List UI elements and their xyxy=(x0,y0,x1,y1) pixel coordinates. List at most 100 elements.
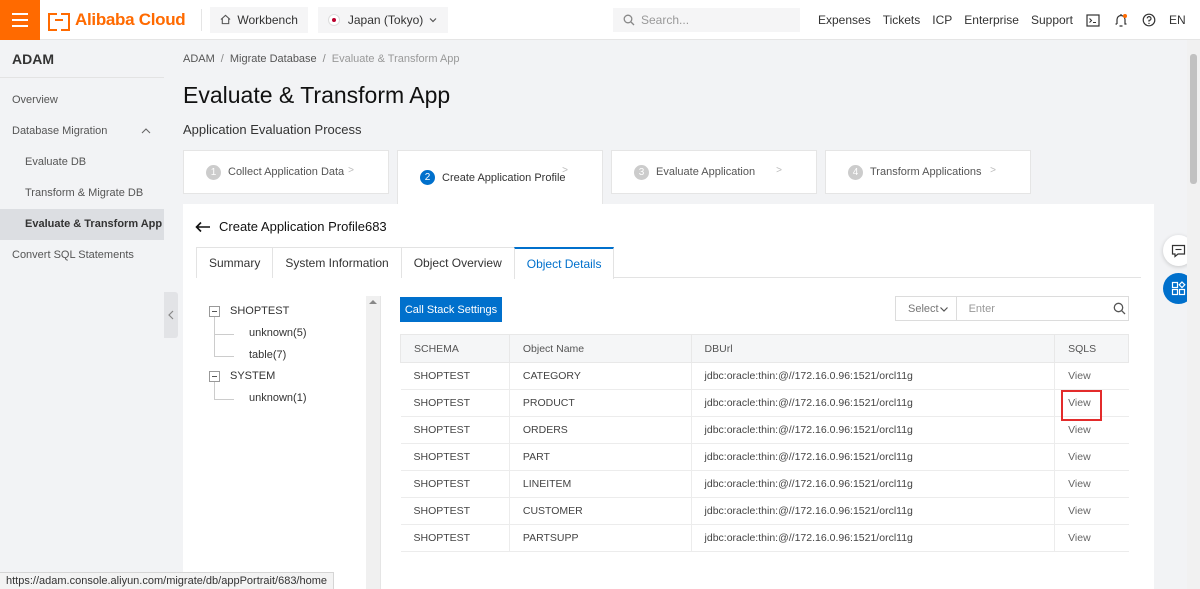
highlight-box xyxy=(1061,390,1102,421)
step-label: Collect Application Data xyxy=(228,166,345,178)
tab-system-information[interactable]: System Information xyxy=(272,247,402,278)
help-icon[interactable] xyxy=(1135,0,1163,40)
step-number: 4 xyxy=(848,164,863,180)
breadcrumb-migrate-database[interactable]: Migrate Database xyxy=(230,53,317,65)
expenses-link[interactable]: Expenses xyxy=(818,13,871,27)
search-icon[interactable] xyxy=(1111,297,1128,320)
sidebar-item-evaluate-transform-app[interactable]: Evaluate & Transform App xyxy=(0,209,164,240)
table-row: SHOPTEST PART jdbc:oracle:thin:@//172.16… xyxy=(400,443,1129,471)
step-create-application-profile[interactable]: 2 Create Application Profile > xyxy=(397,150,603,204)
sidebar-item-transform-migrate-db[interactable]: Transform & Migrate DB xyxy=(0,178,164,209)
cell-dburl: jdbc:oracle:thin:@//172.16.0.96:1521/orc… xyxy=(690,524,1055,552)
divider xyxy=(201,8,203,31)
step-collect-application-data[interactable]: 1 Collect Application Data > xyxy=(183,150,389,194)
table-row: SHOPTEST PARTSUPP jdbc:oracle:thin:@//17… xyxy=(400,524,1129,552)
region-selector[interactable]: Japan (Tokyo) xyxy=(317,6,449,33)
flag-icon xyxy=(327,13,340,26)
icp-link[interactable]: ICP xyxy=(932,13,952,27)
cell-object-name: CATEGORY xyxy=(508,362,692,390)
collapse-icon[interactable] xyxy=(209,370,220,382)
alibaba-cloud-logo-icon xyxy=(48,12,70,31)
cell-schema: SHOPTEST xyxy=(400,524,510,552)
enterprise-link[interactable]: Enterprise xyxy=(964,13,1019,27)
menu-icon[interactable] xyxy=(0,0,40,40)
view-sqls-link[interactable]: View xyxy=(1054,362,1129,390)
sidebar-title: ADAM xyxy=(0,40,164,78)
view-sqls-link[interactable]: View xyxy=(1054,497,1129,525)
tree-node-label: unknown(5) xyxy=(249,327,307,339)
call-stack-settings-button[interactable]: Call Stack Settings xyxy=(400,297,502,322)
support-link[interactable]: Support xyxy=(1031,13,1073,27)
chevron-down-icon xyxy=(429,17,437,22)
workbench-button[interactable]: Workbench xyxy=(210,6,308,33)
cell-dburl: jdbc:oracle:thin:@//172.16.0.96:1521/orc… xyxy=(690,497,1055,525)
table-row: SHOPTEST PRODUCT jdbc:oracle:thin:@//172… xyxy=(400,389,1129,417)
cell-schema: SHOPTEST xyxy=(400,389,510,417)
tree-node-system[interactable]: SYSTEM xyxy=(209,370,275,382)
step-number: 3 xyxy=(634,164,649,180)
filter-select[interactable]: Select xyxy=(896,297,957,320)
search-input[interactable] xyxy=(641,13,791,27)
workbench-label: Workbench xyxy=(237,12,298,27)
status-url: https://adam.console.aliyun.com/migrate/… xyxy=(0,572,335,589)
cell-schema: SHOPTEST xyxy=(400,416,510,444)
sidebar-item-overview[interactable]: Overview xyxy=(0,85,164,116)
step-label: Create Application Profile xyxy=(442,171,566,184)
column-header-sqls: SQLS xyxy=(1054,334,1129,363)
tree-line xyxy=(214,314,215,356)
breadcrumb-current: Evaluate & Transform App xyxy=(331,53,460,65)
tree-node-shoptest[interactable]: SHOPTEST xyxy=(209,305,289,317)
terminal-icon[interactable] xyxy=(1079,0,1107,40)
main-content: ADAM / Migrate Database / Evaluate & Transfo… xyxy=(164,40,1200,589)
sidebar-item-database-migration[interactable]: Database Migration xyxy=(0,116,164,147)
sidebar-item-evaluate-db[interactable]: Evaluate DB xyxy=(0,147,164,178)
step-transform-applications[interactable]: 4 Transform Applications > xyxy=(825,150,1031,194)
tree-node-label: table(7) xyxy=(249,349,287,361)
tab-summary[interactable]: Summary xyxy=(196,247,274,278)
view-label: View xyxy=(1068,451,1091,463)
cell-dburl: jdbc:oracle:thin:@//172.16.0.96:1521/orc… xyxy=(690,389,1055,417)
step-evaluate-application[interactable]: 3 Evaluate Application > xyxy=(611,150,817,194)
step-label: Evaluate Application xyxy=(656,166,756,178)
panel-header: Create Application Profile683 xyxy=(195,219,387,234)
tree-node-label: SYSTEM xyxy=(230,370,276,382)
collapse-icon[interactable] xyxy=(209,305,220,317)
tree-scrollbar[interactable] xyxy=(366,296,380,589)
breadcrumb-adam[interactable]: ADAM xyxy=(183,53,215,65)
bell-icon[interactable] xyxy=(1107,0,1135,40)
tree-node-table[interactable]: table(7) xyxy=(249,349,286,361)
column-header-object-name: Object Name xyxy=(508,334,692,363)
step-number: 2 xyxy=(420,170,435,185)
brand-logo[interactable]: Alibaba Cloud xyxy=(48,0,197,40)
chevron-right-icon: > xyxy=(348,165,354,176)
home-icon xyxy=(220,14,231,25)
tab-object-details[interactable]: Object Details xyxy=(513,247,615,279)
tree-node-label: SHOPTEST xyxy=(230,305,290,317)
table-header-row: SCHEMA Object Name DBUrl SQLS xyxy=(400,334,1129,363)
language-switch[interactable]: EN xyxy=(1169,13,1186,27)
table-row: SHOPTEST CATEGORY jdbc:oracle:thin:@//17… xyxy=(400,362,1129,390)
scrollbar-thumb[interactable] xyxy=(1190,54,1197,184)
table-row: SHOPTEST LINEITEM jdbc:oracle:thin:@//17… xyxy=(400,470,1129,498)
tree-node-system-unknown[interactable]: unknown(1) xyxy=(249,392,306,404)
chevron-right-icon: > xyxy=(776,165,782,176)
search-icon xyxy=(623,14,635,26)
tickets-link[interactable]: Tickets xyxy=(883,13,921,27)
filter-input[interactable] xyxy=(956,297,1111,320)
tree-node-unknown[interactable]: unknown(5) xyxy=(249,327,306,339)
view-sqls-link[interactable]: View xyxy=(1054,470,1129,498)
chevron-up-icon xyxy=(141,128,151,134)
cell-schema: SHOPTEST xyxy=(400,443,510,471)
page-scrollbar[interactable] xyxy=(1187,40,1200,589)
view-sqls-link[interactable]: View xyxy=(1054,524,1129,552)
tab-object-overview[interactable]: Object Overview xyxy=(400,247,515,278)
sidebar-item-convert-sql[interactable]: Convert SQL Statements xyxy=(0,240,164,271)
cell-dburl: jdbc:oracle:thin:@//172.16.0.96:1521/orc… xyxy=(690,470,1055,498)
cell-object-name: PRODUCT xyxy=(508,389,692,417)
global-search[interactable] xyxy=(613,8,800,32)
cell-schema: SHOPTEST xyxy=(400,362,510,390)
panel-title: Create Application Profile683 xyxy=(219,219,387,234)
breadcrumb: ADAM / Migrate Database / Evaluate & Transfo… xyxy=(183,53,460,65)
view-sqls-link[interactable]: View xyxy=(1054,443,1129,471)
back-arrow-icon[interactable] xyxy=(195,221,211,233)
